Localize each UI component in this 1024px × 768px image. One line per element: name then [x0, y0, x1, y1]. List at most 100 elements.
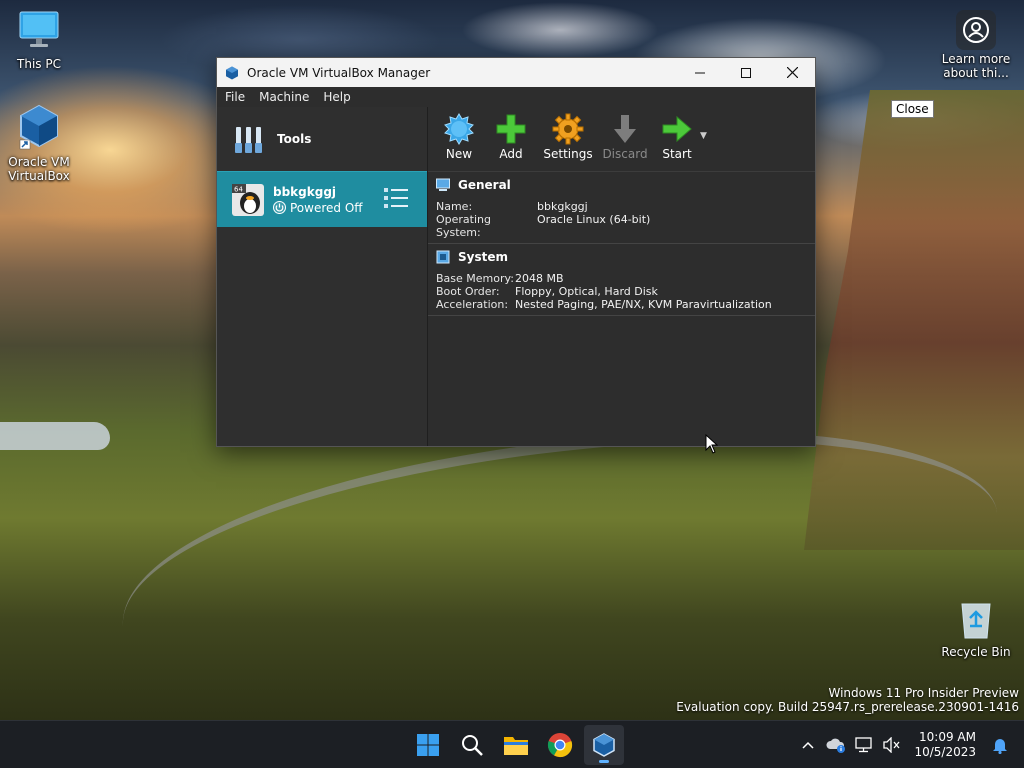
new-button[interactable]: New	[434, 111, 484, 161]
folder-icon	[504, 737, 528, 755]
new-vm-icon	[444, 113, 474, 145]
taskbar-clock[interactable]: 10:09 AM 10/5/2023	[914, 730, 976, 760]
detail-key: Base Memory:	[436, 272, 514, 285]
machine-list-pane: Tools 64 bbkgkggj Powered Off	[217, 107, 428, 446]
tools-item[interactable]: Tools	[217, 107, 427, 171]
power-off-icon	[273, 201, 286, 214]
detail-key: Operating System:	[436, 213, 491, 239]
wallpaper-lake	[0, 422, 110, 450]
network-tray-button[interactable]	[850, 737, 878, 753]
add-button[interactable]: Add	[486, 111, 536, 161]
maximize-icon	[741, 67, 751, 78]
menu-help[interactable]: Help	[323, 90, 350, 104]
list-menu-icon	[384, 188, 408, 208]
detail-key: Acceleration:	[436, 298, 509, 311]
volume-muted-icon	[883, 737, 900, 753]
chrome-icon	[547, 733, 573, 758]
detail-value: 2048 MB	[515, 272, 564, 285]
add-label: Add	[499, 147, 523, 161]
camera-lens-icon	[963, 17, 989, 43]
vm-details-menu-button[interactable]	[383, 186, 409, 213]
detail-value: bbkgkggj	[537, 200, 588, 213]
search-icon	[462, 735, 483, 756]
windows-start-icon	[417, 734, 439, 756]
menu-file[interactable]: File	[225, 90, 245, 104]
close-button[interactable]	[769, 58, 815, 87]
discard-button[interactable]: Discard	[600, 111, 650, 161]
clock-time: 10:09 AM	[919, 730, 976, 744]
clock-date: 10/5/2023	[914, 745, 976, 759]
desktop-icon-label: Recycle Bin	[941, 645, 1011, 659]
menu-machine[interactable]: Machine	[259, 90, 309, 104]
vm-list-item[interactable]: 64 bbkgkggj Powered Off	[217, 171, 427, 227]
wallpaper-road	[112, 409, 1008, 731]
detail-row: Base Memory: 2048 MB	[436, 272, 815, 285]
detail-value: Floppy, Optical, Hard Disk	[515, 285, 658, 298]
menu-bar: File Machine Help	[217, 87, 815, 107]
detail-row: Operating System: Oracle Linux (64-bit)	[436, 213, 815, 239]
minimize-icon	[695, 72, 705, 73]
system-header[interactable]: System	[436, 248, 815, 266]
detail-row: Name: bbkgkggj	[436, 200, 815, 213]
virtualbox-manager-window: Oracle VM VirtualBox Manager File Machin…	[216, 57, 816, 447]
monitor-icon	[436, 178, 450, 191]
taskbar-apps	[408, 725, 628, 765]
main-toolbar: New Add Settings Discard Start ▼	[428, 107, 815, 171]
window-title: Oracle VM VirtualBox Manager	[247, 65, 431, 80]
vm-name: bbkgkggj	[273, 184, 337, 199]
vm-os-icon: 64	[231, 183, 265, 217]
minimize-button[interactable]	[677, 58, 723, 87]
vm-state-label: Powered Off	[290, 200, 363, 215]
general-section: General Name: bbkgkggj Operating System:…	[428, 172, 815, 244]
os-badge-text: 64	[234, 185, 243, 193]
file-explorer-button[interactable]	[496, 725, 536, 765]
system-section: System Base Memory: 2048 MB Boot Order: …	[428, 244, 815, 316]
desktop-icon-label: Learn more about thi...	[941, 52, 1011, 80]
detail-row: Acceleration: Nested Paging, PAE/NX, KVM…	[436, 298, 815, 311]
mouse-cursor-icon	[705, 434, 718, 454]
onedrive-tray-button[interactable]	[822, 737, 850, 753]
virtualbox-app-icon	[226, 66, 238, 79]
window-titlebar[interactable]: Oracle VM VirtualBox Manager	[217, 58, 815, 87]
chrome-button[interactable]	[540, 725, 580, 765]
start-button[interactable]: Start	[652, 111, 702, 161]
vm-text: bbkgkggj Powered Off	[273, 185, 363, 215]
start-button-taskbar[interactable]	[408, 725, 448, 765]
search-button-taskbar[interactable]	[452, 725, 492, 765]
maximize-button[interactable]	[723, 58, 769, 87]
gear-icon	[552, 113, 584, 145]
virtualbox-icon	[593, 733, 615, 757]
cloud-info-icon	[826, 738, 846, 753]
recycle-bin-icon	[961, 603, 991, 639]
detail-value: Oracle Linux (64-bit)	[537, 213, 651, 226]
arrow-down-icon	[614, 115, 636, 143]
detail-key: Boot Order:	[436, 285, 500, 298]
desktop-icon-learn-more[interactable]: Learn more about thi...	[934, 10, 1018, 80]
discard-label: Discard	[602, 147, 648, 161]
start-dropdown-arrow[interactable]: ▼	[700, 131, 707, 141]
desktop-icon-this-pc[interactable]: This PC	[0, 8, 78, 71]
show-hidden-icons-button[interactable]	[794, 741, 822, 749]
detail-row: Boot Order: Floppy, Optical, Hard Disk	[436, 285, 815, 298]
monitor-icon	[19, 11, 59, 47]
settings-button[interactable]: Settings	[538, 111, 598, 161]
linux-penguin-icon: 64	[232, 183, 264, 216]
start-label: Start	[662, 147, 692, 161]
desktop-icon-recycle-bin[interactable]: Recycle Bin	[936, 596, 1016, 659]
desktop-icon-label: This PC	[17, 57, 61, 71]
desktop-icon-virtualbox[interactable]: Oracle VM VirtualBox	[0, 104, 78, 183]
volume-tray-button[interactable]	[878, 737, 906, 753]
system-tray: 10:09 AM 10/5/2023	[794, 721, 1024, 768]
virtualbox-taskbar-button[interactable]	[584, 725, 624, 765]
system-title: System	[458, 250, 508, 264]
learn-more-icon-frame	[956, 10, 996, 50]
network-icon	[855, 737, 873, 753]
new-label: New	[445, 147, 473, 161]
desktop-icon-label: Oracle VM VirtualBox	[8, 155, 70, 183]
notifications-button[interactable]	[986, 736, 1014, 754]
tools-label: Tools	[277, 132, 312, 146]
general-header[interactable]: General	[436, 176, 815, 194]
detail-key: Name:	[436, 200, 473, 213]
settings-label: Settings	[543, 147, 593, 161]
watermark-line-1: Windows 11 Pro Insider Preview	[828, 686, 1019, 700]
